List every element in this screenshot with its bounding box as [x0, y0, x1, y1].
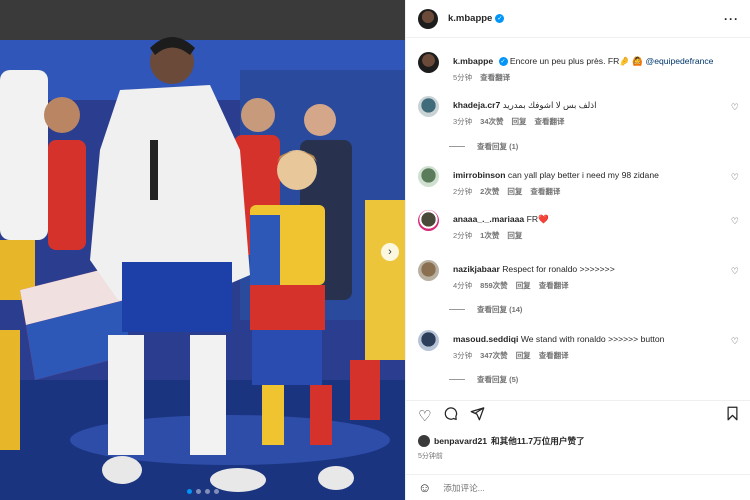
comment-text: We stand with ronaldo >>>>>> button [520, 334, 665, 344]
comment-likes[interactable]: 1次赞 [480, 230, 499, 242]
author-username[interactable]: k.mbappe [448, 13, 492, 24]
carousel-dot-active [186, 489, 192, 494]
comment-likes[interactable]: 347次赞 [480, 350, 508, 362]
comment-body: nazikjabaar Respect for ronaldo >>>>>>> … [453, 263, 728, 292]
post-action-bar: ♡ [406, 400, 750, 430]
comment-likes[interactable]: 34次赞 [480, 116, 503, 128]
view-replies-label[interactable]: 查看回复 (1) [477, 141, 518, 152]
comment-reply-button[interactable]: 回复 [512, 116, 527, 128]
comment-time: 3分钟 [453, 351, 473, 360]
post-image [0, 0, 405, 500]
view-replies-link[interactable]: 查看回复 (5) [449, 374, 518, 385]
view-replies-link[interactable]: 查看回复 (1) [449, 141, 518, 152]
carousel-dot [204, 489, 210, 494]
instagram-post-view: › k.mbappe ✓ ··· k.mbappe ✓ Encore un pe… [0, 0, 750, 500]
comment-reply-button[interactable]: 回复 [507, 230, 522, 242]
post-photo: › [0, 0, 405, 500]
verified-badge-icon: ✓ [498, 57, 508, 67]
comment-avatar[interactable] [418, 260, 439, 281]
comment-text: can yall play better i need my 98 zidane [507, 170, 659, 180]
like-heart-icon[interactable]: ♡ [731, 102, 739, 113]
comment-username[interactable]: anaaa_._.mariaaa [453, 214, 524, 224]
post-timestamp: 5分钟前 [418, 453, 443, 460]
add-comment-bar: ☺ [406, 474, 750, 500]
comment-avatar[interactable] [418, 166, 439, 187]
comment-body: masoud.seddiqi We stand with ronaldo >>>… [453, 333, 728, 362]
comment-time: 2分钟 [453, 231, 473, 240]
comment-likes[interactable]: 859次赞 [480, 280, 508, 292]
like-heart-icon[interactable]: ♡ [418, 407, 431, 425]
emoji-icon[interactable]: ☺ [418, 480, 431, 495]
post-header: k.mbappe ✓ ··· [406, 0, 750, 38]
view-replies-label[interactable]: 查看回复 (5) [477, 374, 518, 385]
caption-avatar[interactable] [418, 52, 439, 73]
comment-username[interactable]: khadeja.cr7 [453, 100, 500, 110]
like-heart-icon[interactable]: ♡ [731, 216, 739, 227]
comment-avatar[interactable] [418, 210, 439, 231]
bookmark-save-icon[interactable] [726, 406, 739, 425]
comment-username[interactable]: imirrobinson [453, 170, 506, 180]
comment-time: 2分钟 [453, 187, 473, 196]
liker-avatar [418, 435, 430, 447]
comment-translate-link[interactable]: 查看翻译 [535, 116, 565, 128]
comment-time: 4分钟 [453, 281, 473, 290]
comment-body: imirrobinson can yall play better i need… [453, 169, 728, 198]
divider-line [449, 146, 465, 147]
comment-username[interactable]: masoud.seddiqi [453, 334, 518, 344]
caption-mention-link[interactable]: @equipedefrance [645, 56, 713, 66]
comment-body: khadeja.cr7 اذلف بس لا اشوفك بمدريد 3分钟 … [453, 99, 728, 128]
author-avatar[interactable] [418, 8, 438, 29]
comment-bubble-icon[interactable] [443, 406, 458, 425]
like-heart-icon[interactable]: ♡ [731, 336, 739, 347]
liker-username[interactable]: benpavard21 [434, 436, 487, 446]
comment-likes[interactable]: 2次赞 [480, 186, 499, 198]
comment-translate-link[interactable]: 查看翻译 [539, 280, 569, 292]
post-side-panel: k.mbappe ✓ ··· k.mbappe ✓ Encore un peu … [405, 0, 750, 500]
carousel-dot [195, 489, 201, 494]
comment-reply-button[interactable]: 回复 [516, 280, 531, 292]
next-image-button[interactable]: › [381, 243, 399, 261]
verified-badge-icon: ✓ [495, 14, 505, 23]
comment-reply-button[interactable]: 回复 [516, 350, 531, 362]
comment-input[interactable] [443, 482, 664, 493]
view-replies-label[interactable]: 查看回复 (14) [477, 304, 522, 315]
comment-translate-link[interactable]: 查看翻译 [530, 186, 560, 198]
divider-line [449, 309, 465, 310]
caption-time: 5分钟 [453, 73, 473, 82]
comment-username[interactable]: nazikjabaar [453, 264, 500, 274]
comment-avatar[interactable] [418, 330, 439, 351]
comment-reply-button[interactable]: 回复 [507, 186, 522, 198]
caption-translate-link[interactable]: 查看翻译 [480, 72, 510, 84]
comment-time: 3分钟 [453, 117, 473, 126]
carousel-dot [213, 489, 219, 494]
comment-body: anaaa_._.mariaaa FR❤️ 2分钟 1次赞 回复 [453, 213, 728, 242]
caption-body: k.mbappe ✓ Encore un peu plus près. FR🤌 … [453, 55, 728, 84]
comment-text: اذلف بس لا اشوفك بمدريد [502, 100, 597, 110]
more-options-icon[interactable]: ··· [724, 12, 739, 26]
divider-line [449, 379, 465, 380]
view-replies-link[interactable]: 查看回复 (14) [449, 304, 522, 315]
comment-text: FR❤️ [526, 214, 549, 224]
likes-count-text: 和其他11.7万位用户赞了 [491, 436, 585, 446]
caption-text: Encore un peu plus près. FR🤌 🙆 [509, 56, 644, 66]
comment-translate-link[interactable]: 查看翻译 [539, 350, 569, 362]
like-heart-icon[interactable]: ♡ [731, 172, 739, 183]
like-heart-icon[interactable]: ♡ [731, 266, 739, 277]
carousel-indicator [0, 489, 405, 494]
share-send-icon[interactable] [470, 406, 485, 425]
caption-username[interactable]: k.mbappe [453, 56, 493, 66]
comment-text: Respect for ronaldo >>>>>>> [502, 264, 615, 274]
likes-summary[interactable]: benpavard21 和其他11.7万位用户赞了 [418, 435, 585, 447]
comment-avatar[interactable] [418, 96, 439, 117]
